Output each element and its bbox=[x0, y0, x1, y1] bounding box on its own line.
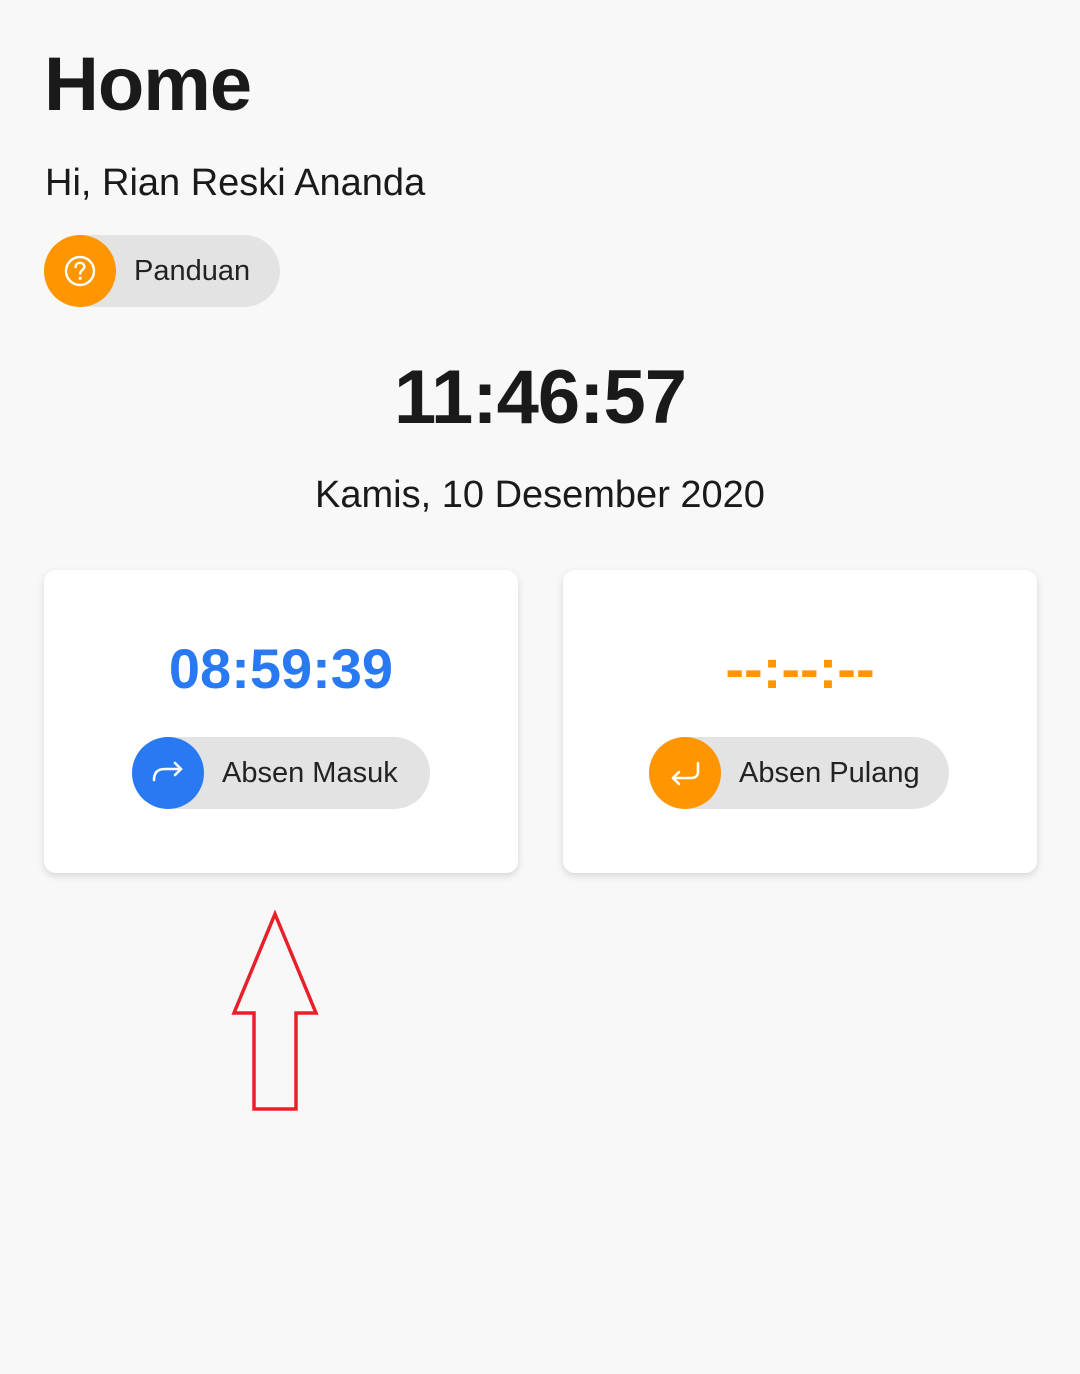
check-out-button-label: Absen Pulang bbox=[739, 756, 920, 789]
guide-button[interactable]: Panduan bbox=[44, 235, 280, 307]
check-in-time: 08:59:39 bbox=[168, 637, 394, 700]
check-in-button-label: Absen Masuk bbox=[222, 756, 398, 789]
guide-button-label: Panduan bbox=[134, 254, 251, 287]
page-title: Home bbox=[44, 42, 252, 127]
check-out-card: --:--:-- Absen Pulang bbox=[563, 570, 1037, 873]
return-arrow-icon bbox=[649, 737, 721, 809]
current-time: 11:46:57 bbox=[393, 355, 687, 440]
current-date: Kamis, 10 Desember 2020 bbox=[315, 474, 765, 516]
question-circle-icon bbox=[44, 235, 116, 307]
greeting-text: Hi, Rian Reski Ananda bbox=[45, 162, 426, 204]
redo-arrow-icon bbox=[132, 737, 204, 809]
check-out-button[interactable]: Absen Pulang bbox=[649, 737, 949, 809]
annotation-up-arrow bbox=[231, 910, 319, 1111]
check-in-card: 08:59:39 Absen Masuk bbox=[44, 570, 518, 873]
check-in-button[interactable]: Absen Masuk bbox=[132, 737, 430, 809]
check-out-time: --:--:-- bbox=[725, 637, 875, 700]
